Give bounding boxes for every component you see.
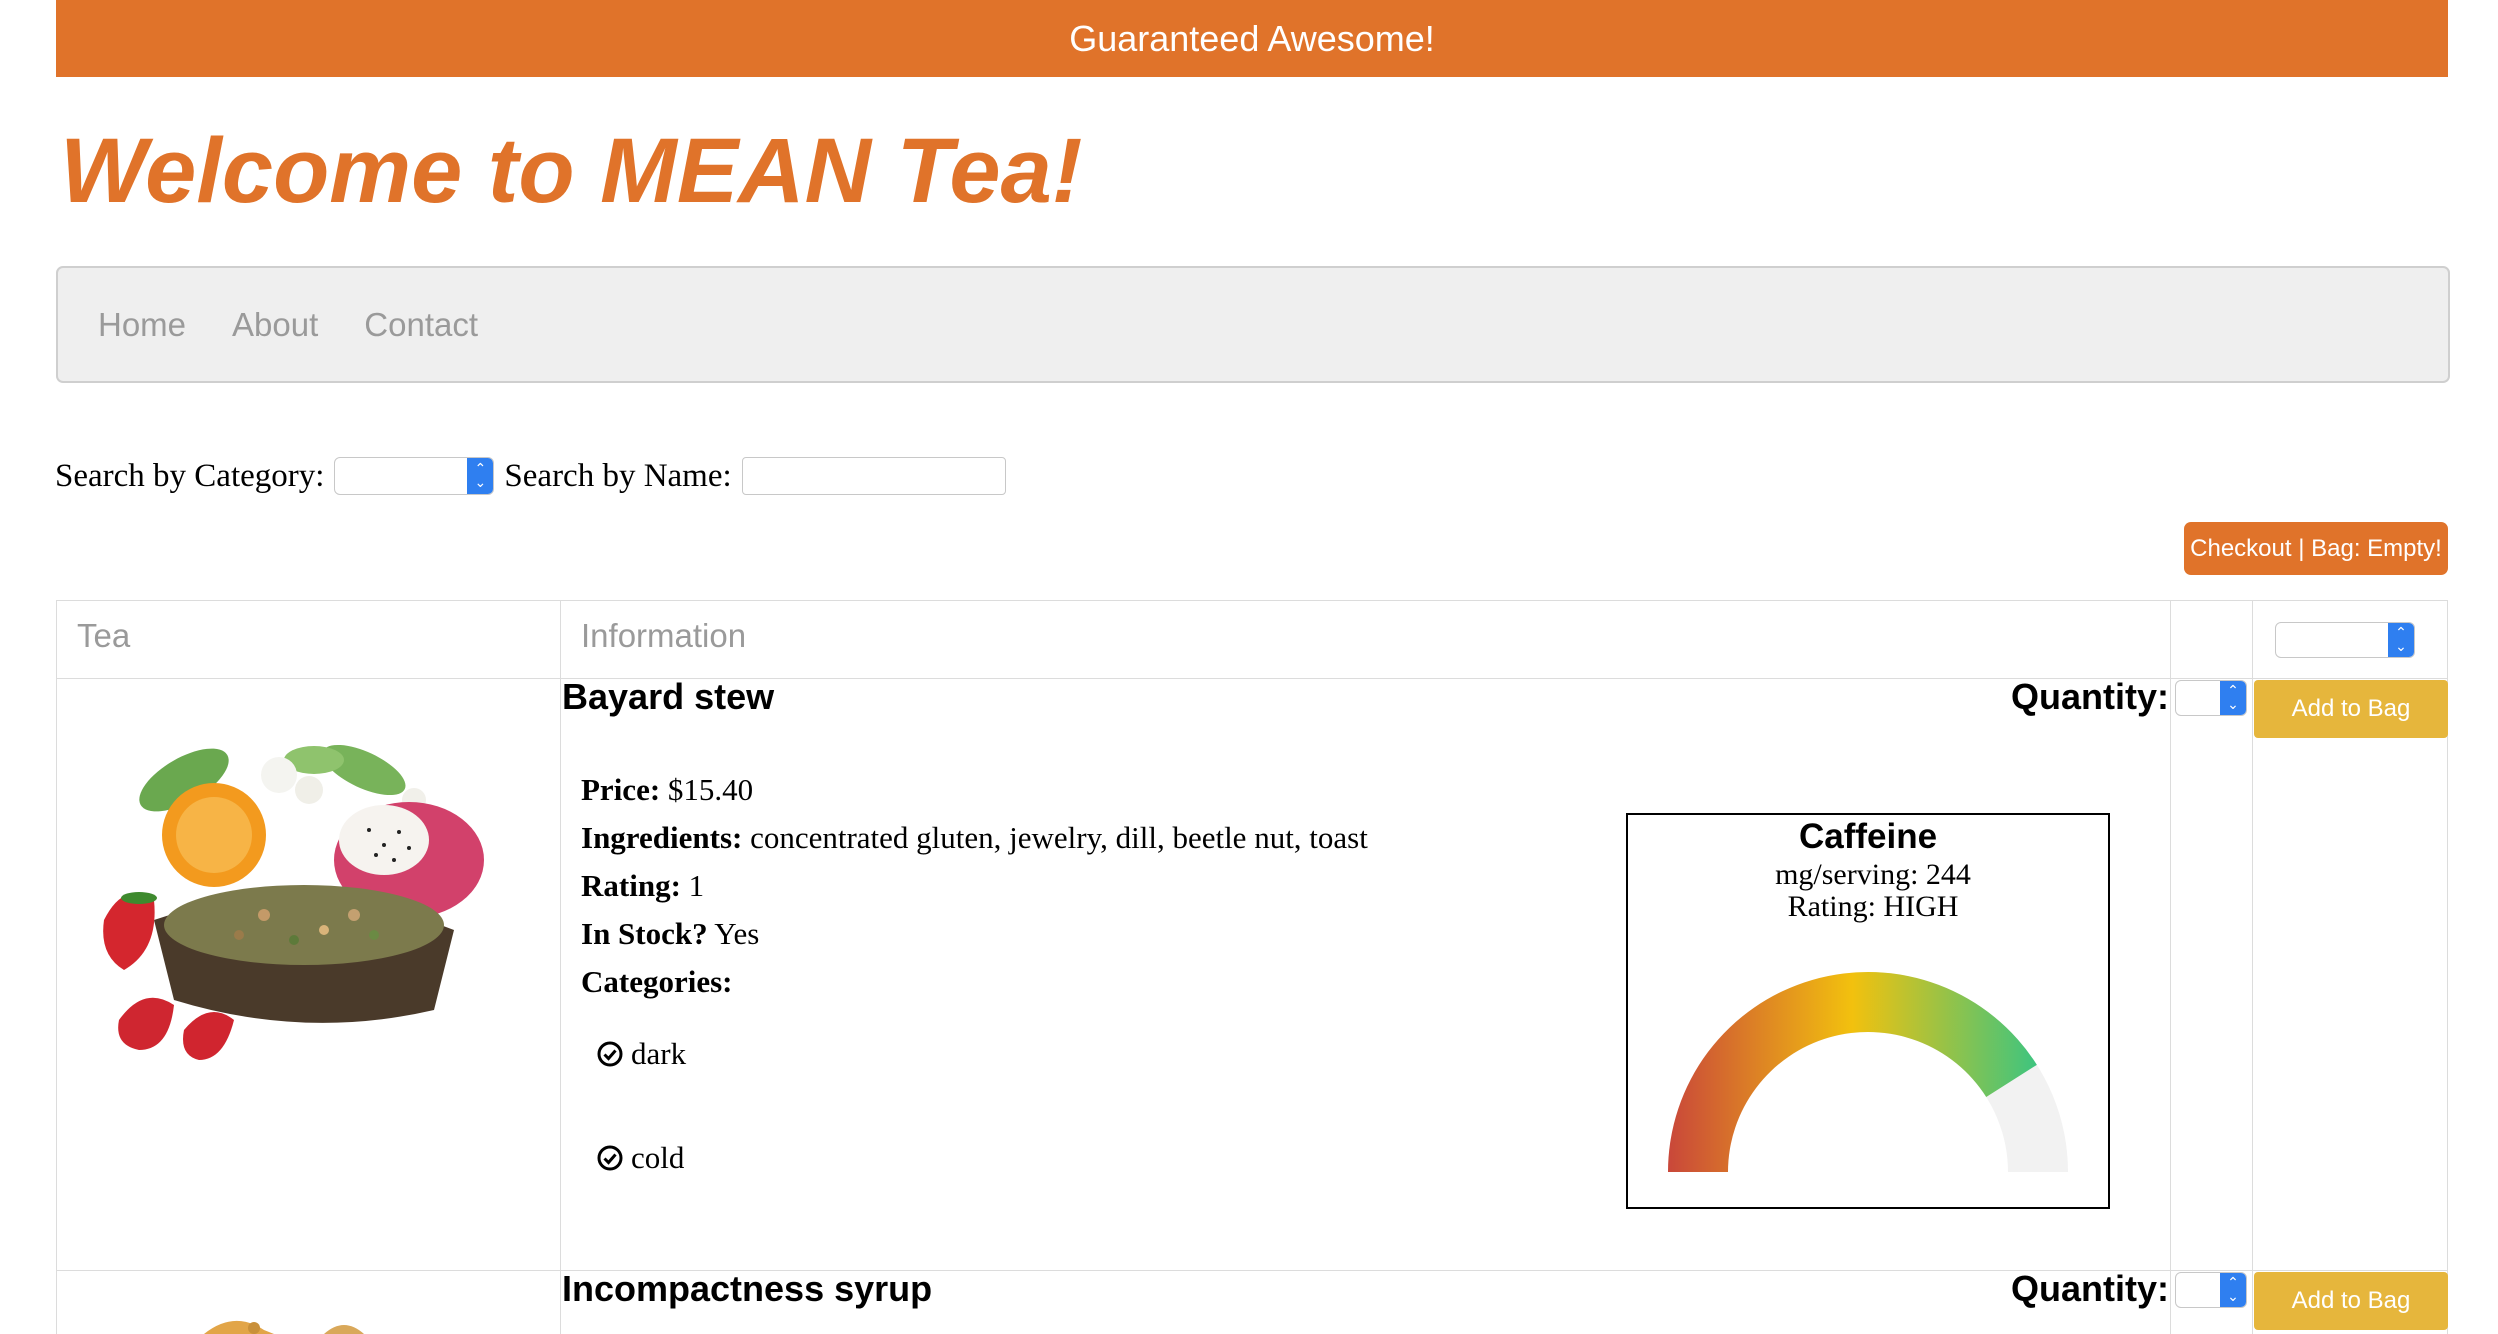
stock-value: Yes: [714, 916, 760, 951]
quantity-label: Quantity:: [2011, 1268, 2169, 1309]
tea-details: Price: $15.40 Ingredients: concentrated …: [581, 766, 1368, 1006]
quantity-select[interactable]: ⌃ ⌄: [2175, 680, 2247, 716]
select-arrows-icon: ⌃ ⌄: [2220, 1273, 2246, 1307]
search-bar: Search by Category: ⌃ ⌄ Search by Name:: [55, 455, 1006, 497]
check-circle-icon: [597, 1041, 623, 1067]
category-select[interactable]: ⌃ ⌄: [334, 457, 495, 495]
select-arrows-icon: ⌃ ⌄: [2220, 681, 2246, 715]
navbar: Home About Contact: [56, 266, 2450, 383]
nav-contact-link[interactable]: Contact: [364, 306, 478, 344]
tea-name: Bayard stew: [562, 676, 775, 717]
price-label: Price:: [581, 772, 661, 807]
stock-label: In Stock?: [581, 916, 708, 951]
tea-name: Incompactness syrup: [562, 1268, 933, 1309]
page-title: Welcome to MEAN Tea!: [60, 120, 1083, 222]
rating-label: Rating:: [581, 868, 681, 903]
tea-image: [64, 720, 534, 1100]
name-search-label: Search by Name:: [504, 457, 732, 494]
categories-label: Categories:: [581, 964, 733, 999]
category-item: cold: [597, 1140, 684, 1176]
caffeine-gauge-chart: [1668, 972, 2068, 1172]
gauge-fill: [1668, 972, 2037, 1172]
select-arrows-icon: ⌃ ⌄: [2388, 623, 2414, 657]
category-name: dark: [631, 1036, 687, 1071]
column-divider: [2252, 600, 2253, 1334]
quantity-label: Quantity:: [2011, 676, 2169, 717]
column-header-tea: Tea: [77, 617, 131, 654]
select-arrows-icon: ⌃ ⌄: [467, 458, 494, 494]
ingredients-value: concentrated gluten, jewelry, dill, beet…: [750, 820, 1368, 855]
column-divider: [2170, 600, 2171, 1334]
tea-image: [64, 1290, 529, 1334]
category-name: cold: [631, 1140, 685, 1175]
check-circle-icon: [597, 1145, 623, 1171]
sort-select[interactable]: ⌃ ⌄: [2275, 622, 2415, 658]
tea-photo-illustration: [103, 744, 484, 1060]
ingredients-label: Ingredients:: [581, 820, 743, 855]
nav-about-link[interactable]: About: [232, 306, 318, 344]
quantity-select[interactable]: ⌃ ⌄: [2175, 1272, 2247, 1308]
column-header-information: Information: [581, 617, 747, 654]
add-to-bag-button[interactable]: Add to Bag: [2254, 680, 2448, 738]
rating-value: 1: [688, 868, 705, 903]
checkout-button[interactable]: Checkout | Bag: Empty!: [2184, 522, 2448, 575]
column-divider: [560, 600, 561, 1334]
name-search-input[interactable]: [741, 457, 1006, 495]
add-to-bag-button[interactable]: Add to Bag: [2254, 1272, 2448, 1330]
category-search-label: Search by Category:: [55, 457, 325, 494]
promo-banner: Guaranteed Awesome!: [56, 0, 2448, 77]
category-item: dark: [597, 1036, 686, 1072]
tea-photo-illustration: [64, 1290, 529, 1334]
price-value: $15.40: [667, 772, 754, 807]
promo-banner-text: Guaranteed Awesome!: [1069, 17, 1435, 59]
caffeine-gauge: Caffeine mg/serving: 244 Rating: HIGH: [1626, 813, 2110, 1209]
nav-home-link[interactable]: Home: [98, 306, 186, 344]
